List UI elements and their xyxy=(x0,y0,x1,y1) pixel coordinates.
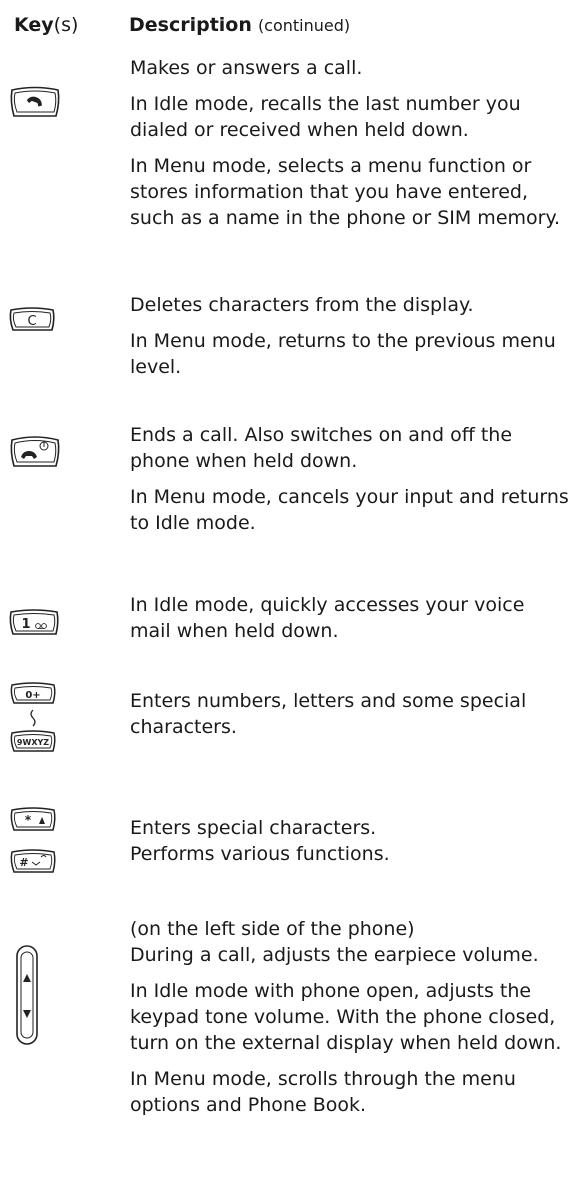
clear-key-glyph: C xyxy=(27,314,36,329)
volume-key-description: (on the left side of the phone) During a… xyxy=(130,916,570,1128)
end-key-description: Ends a call. Also switches on and off th… xyxy=(130,422,570,546)
key-row-send: Makes or answers a call. In Idle mode, r… xyxy=(0,55,574,270)
paragraph: In Menu mode, scrolls through the menu o… xyxy=(130,1068,516,1116)
send-key-icon xyxy=(10,86,60,117)
key-row-volume: (on the left side of the phone) During a… xyxy=(0,916,574,1186)
key-column-heading: Key(s) xyxy=(14,14,79,36)
paragraph: Deletes characters from the display. xyxy=(130,294,474,316)
number-keys-description: Enters numbers, letters and some special… xyxy=(130,688,570,750)
table-header: Key(s) Description (continued) xyxy=(14,14,350,36)
clear-key-description: Deletes characters from the display. In … xyxy=(130,292,570,390)
description-column-heading: Description xyxy=(129,14,252,36)
number-key-bottom-glyph: 9WXYZ xyxy=(17,738,49,747)
paragraph: In Menu mode, returns to the previous me… xyxy=(130,330,556,378)
paragraph: Makes or answers a call. xyxy=(130,57,363,79)
key-row-clear: C Deletes characters from the display. I… xyxy=(0,292,574,392)
voicemail-1-key-icon: 1 xyxy=(9,609,59,635)
voicemail-key-glyph: 1 xyxy=(21,617,30,632)
paragraph: In Menu mode, selects a menu function or… xyxy=(130,155,561,229)
paragraph: Enters numbers, letters and some special… xyxy=(130,690,527,738)
star-hash-description: Enters special characters. Performs vari… xyxy=(130,815,570,867)
star-hash-keys-icon: * # xyxy=(10,807,56,873)
paragraph: During a call, adjusts the earpiece volu… xyxy=(130,944,539,966)
paragraph: In Idle mode, quickly accesses your voic… xyxy=(130,594,525,642)
continued-note: (continued) xyxy=(257,16,351,35)
key-row-voicemail: 1 In Idle mode, quickly accesses your vo… xyxy=(0,592,574,652)
text-line: Enters special characters. xyxy=(130,817,377,839)
text-line: Performs various functions. xyxy=(130,843,390,865)
number-keys-0-9-icon: 0+ 9WXYZ xyxy=(10,682,56,752)
end-power-key-icon xyxy=(10,436,60,467)
number-key-top-glyph: 0+ xyxy=(25,690,40,701)
voicemail-key-description: In Idle mode, quickly accesses your voic… xyxy=(130,592,570,654)
text-line: (on the left side of the phone) xyxy=(130,918,415,940)
volume-side-keys-icon xyxy=(16,945,38,1045)
clear-key-icon: C xyxy=(9,307,55,331)
hash-key-glyph: # xyxy=(19,856,28,869)
key-row-end: Ends a call. Also switches on and off th… xyxy=(0,422,574,562)
star-key-glyph: * xyxy=(25,813,32,827)
paragraph: In Idle mode with phone open, adjusts th… xyxy=(130,980,562,1054)
paragraph: In Idle mode, recalls the last number yo… xyxy=(130,93,521,141)
paragraph: In Menu mode, cancels your input and ret… xyxy=(130,486,569,534)
key-row-star-hash: * # Enters special characters. Performs … xyxy=(0,805,574,895)
paragraph: Ends a call. Also switches on and off th… xyxy=(130,424,513,472)
key-row-number-keys: 0+ 9WXYZ Enters numbers, letters and som… xyxy=(0,680,574,780)
send-key-description: Makes or answers a call. In Idle mode, r… xyxy=(130,55,570,241)
